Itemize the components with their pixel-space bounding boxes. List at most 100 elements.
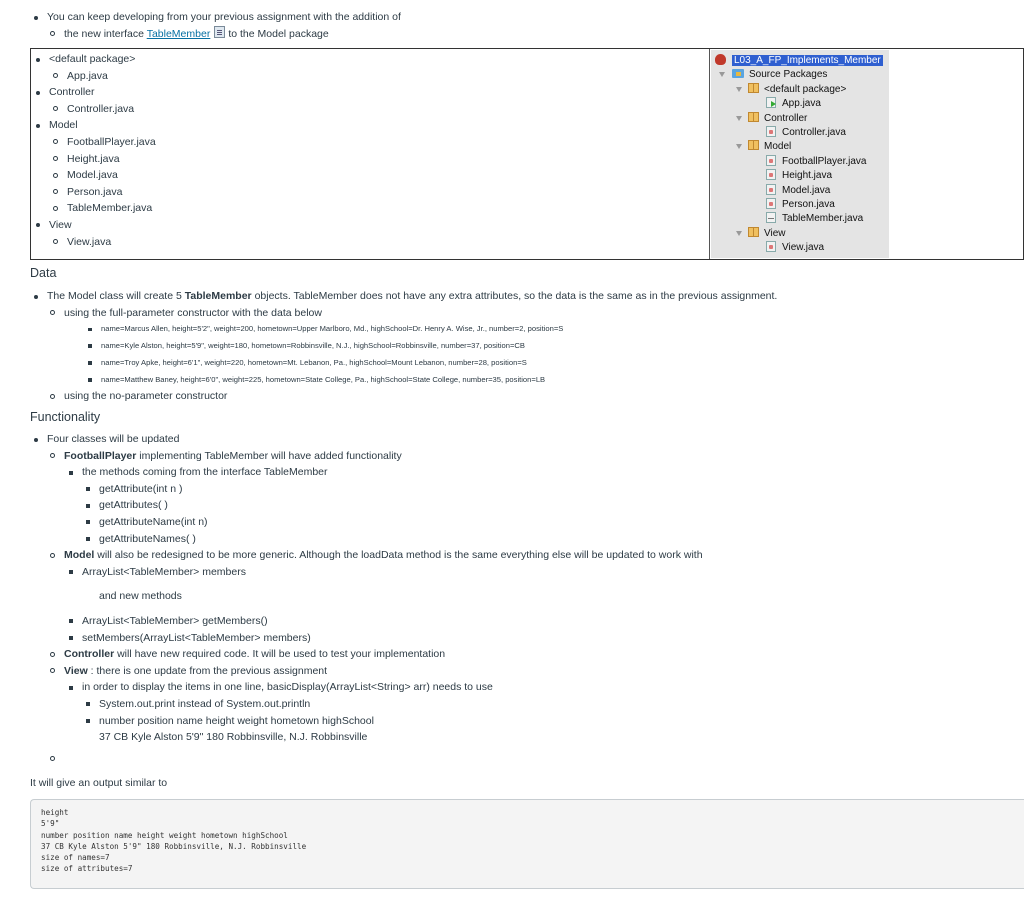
file-preview-icon[interactable] [214,25,226,38]
file-node[interactable]: TableMember.java [766,212,863,226]
package-node[interactable]: Controller [736,111,807,126]
methods-intro-item: the methods coming from the interface Ta… [69,464,703,481]
file-node[interactable]: FootballPlayer.java [766,154,867,169]
output-line: 5'9" [41,819,60,829]
expand-triangle-icon[interactable] [736,115,742,121]
view-sublist: in order to display the items in one lin… [64,679,703,745]
package-node[interactable]: View [736,226,786,241]
file-node[interactable]: Controller.java [766,126,846,140]
java-class-icon [766,169,776,181]
file-label: Person.java [782,199,835,210]
data-intro-prefix: The Model class will create 5 [47,290,185,302]
intro-sub-suffix: to the Model package [228,27,329,40]
file-item: FootballPlayer.java [53,134,156,151]
file-item: View.java [53,234,156,251]
data-record: name=Matthew Baney, height=6'0", weight=… [87,372,777,389]
controller-bold: Controller [64,648,115,661]
package-files: FootballPlayer.java Height.java Model.java… [49,134,156,217]
football-text: implementing TableMember will have added… [136,449,402,462]
java-class-icon [766,126,776,137]
file-label: Controller.java [782,127,846,138]
view-item: View : there is one update from the prev… [50,663,703,680]
sample-output-code-block: height 5'9" number position name height we… [30,799,1024,889]
functionality-list: Four classes will be updated FootballPla… [34,431,703,768]
view-item-print: System.out.print instead of System.out.p… [86,696,703,713]
data-list: The Model class will create 5 TableMembe… [33,288,778,405]
football-item: FootballPlayer implementing TableMember … [50,448,703,465]
file-label: App.java [782,98,821,110]
data-intro-suffix: objects. TableMember does not have any e… [251,290,778,302]
package-label: Model [764,141,792,153]
node-content: Model [748,140,792,153]
project-name: L03_A_FP_Implements_Member [732,55,883,66]
intro-subitem: the new interface TableMember to the Mode… [50,25,401,43]
view-detail-item: in order to display the items in one lin… [69,679,703,696]
node-content: Source Packages [732,69,827,80]
output-intro: It will give an output similar to [30,777,168,789]
package-item: Model [36,117,156,134]
java-class-icon [766,198,776,209]
model-sublist: ArrayList<TableMember> members and new m… [64,564,703,646]
package-label: <default package> [764,83,847,95]
tablemember-link[interactable]: TableMember [147,28,211,40]
package-icon [748,111,759,122]
package-files: App.java [49,68,156,85]
file-node[interactable]: Model.java [766,183,830,198]
interface-method-item: getAttributes( ) [86,497,703,514]
no-param-item: using the no-parameter constructor [49,388,777,405]
interface-method-item: getAttribute(int n ) [86,481,703,498]
file-node[interactable]: View.java [766,241,824,255]
data-record: name=Kyle Alston, height=5'9", weight=18… [87,338,777,355]
package-label: View [764,227,786,239]
package-item: Controller [36,84,156,101]
java-class-icon [766,183,776,195]
package-name: <default package> [49,53,136,65]
file-item: App.java [53,68,156,85]
java-class-icon [766,241,776,253]
intro-item: You can keep developing from your previo… [34,9,401,26]
football-bold: FootballPlayer [64,449,137,462]
model-methods-list: ArrayList<TableMember> getMembers() setMe… [69,613,703,646]
full-constructor-item: using the full-parameter constructor wit… [49,305,777,322]
file-label: View.java [782,242,825,254]
table-divider [709,49,710,259]
interface-method-item: getAttributeNames( ) [86,531,703,548]
model-item: Model will also be redesigned to be more… [50,547,703,564]
node-content: <default package> [748,82,847,95]
file-node[interactable]: Height.java [766,169,832,183]
intro-text: You can keep developing from your previo… [47,11,401,23]
node-content: View [748,226,786,239]
data-sublist: using the full-parameter constructor wit… [47,305,777,405]
model-bold: Model [64,549,95,562]
package-name: View [49,218,72,231]
view-items-list: System.out.print instead of System.out.p… [82,696,703,746]
source-packages-node[interactable]: Source Packages [719,68,827,82]
package-node[interactable]: Model [736,140,791,154]
output-line: size of attributes=7 [41,864,133,874]
file-node[interactable]: App.java [766,97,821,111]
data-heading: Data [30,266,57,280]
file-item: Model.java [53,167,156,184]
view-item-header: number position name height weight homet… [86,713,703,730]
file-node[interactable]: Person.java [766,198,835,212]
interface-method-item: getAttributeName(int n) [86,514,703,531]
file-item: Person.java [53,184,156,201]
package-node[interactable]: <default package> [736,82,847,97]
project-node[interactable]: L03_A_FP_Implements_Member [715,54,883,68]
expand-triangle-icon[interactable] [719,72,725,78]
output-line: size of names=7 [41,853,110,863]
empty-list-item [50,751,703,768]
package-icon [748,140,759,151]
view-text: : there is one update from the previous … [87,664,328,677]
package-item: View [36,217,156,234]
expand-triangle-icon[interactable] [736,86,742,92]
package-name: Controller [49,86,95,99]
and-new-methods: and new methods [99,590,182,603]
expand-triangle-icon[interactable] [736,144,742,150]
view-bold: View [64,664,88,677]
main-class-icon [766,97,776,109]
data-record: name=Marcus Allen, height=5'2", weight=2… [87,321,777,338]
java-project-icon [715,54,726,65]
file-label: Height.java [782,170,833,182]
expand-triangle-icon[interactable] [736,230,742,236]
